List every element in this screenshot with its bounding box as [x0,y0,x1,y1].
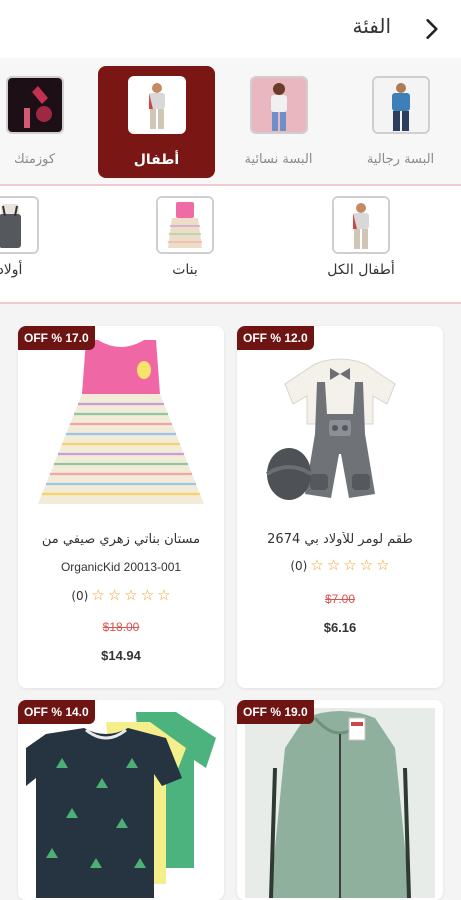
star-icon: ☆ [140,586,155,604]
star-icon: ☆ [124,586,138,604]
product-card[interactable]: OFF % 17.0 مستان بناتي زهري صيفي من Orga… [18,326,224,688]
rating-count: (0) [71,588,89,603]
men-category-image [371,76,430,134]
star-icon: ☆ [343,556,357,574]
category-women[interactable]: البسة نسائية [220,66,337,178]
star-icon: ☆ [157,586,171,604]
all-kids-image [332,196,390,254]
star-icon: ☆ [326,556,341,574]
product-grid: OFF % 12.0 طقم لومر للأولاد بي 2674 (0) … [0,304,461,900]
product-image [245,708,435,898]
page-title: الفئة [352,14,391,38]
new-price: $14.94 [101,648,141,663]
subcategory-label: بنات [172,262,198,278]
discount-badge: OFF % 17.0 [18,326,95,350]
product-image [245,334,435,510]
old-price: $7.00 [324,592,356,606]
star-icon: ☆ [310,556,324,574]
cosmetics-category-image [5,76,64,134]
product-image [26,708,216,898]
star-icon: ☆ [376,556,390,574]
subcategory-label: أطفال الكل [327,262,395,278]
subcategory-strip: أطفال الكل بنات أولاد [0,186,461,302]
category-label: البسة نسائية [244,152,313,167]
rating: (0) ☆ ☆ ☆ ☆ ☆ [18,588,224,603]
category-label: أطفال [133,152,180,168]
subcategory-all-kids[interactable]: أطفال الكل [301,196,421,296]
discount-badge: OFF % 14.0 [18,700,95,724]
category-kids[interactable]: أطفال [98,66,215,178]
subcategory-boys[interactable]: أولاد [0,196,70,296]
boys-image [0,196,39,254]
product-name: طقم لومر للأولاد بي 2674 [267,532,413,547]
category-cosmetics[interactable]: كوزمتك [0,66,93,178]
product-name-code: OrganicKid 20013-001 [60,560,182,574]
subcategory-girls[interactable]: بنات [125,196,245,296]
star-icon: ☆ [107,586,122,604]
subcategory-label: أولاد [0,262,23,278]
star-icon: ☆ [359,556,374,574]
category-men[interactable]: البسة رجالية [342,66,459,178]
girls-image [156,196,214,254]
product-image [26,334,216,510]
rating-count: (0) [290,558,308,573]
discount-badge: OFF % 19.0 [237,700,314,724]
star-icon: ☆ [91,586,105,604]
chevron-right-icon[interactable] [419,16,445,42]
category-strip: البسة رجالية البسة نسائية أطفال كوزمتك [0,58,461,184]
product-card[interactable]: OFF % 14.0 [18,700,224,900]
discount-badge: OFF % 12.0 [237,326,314,350]
old-price: $18.00 [102,620,140,634]
category-label: كوزمتك [13,152,56,167]
new-price: $6.16 [323,620,357,635]
product-card[interactable]: OFF % 12.0 طقم لومر للأولاد بي 2674 (0) … [237,326,443,688]
women-category-image [249,76,308,134]
kids-category-image [127,76,186,134]
category-label: البسة رجالية [366,152,435,167]
product-card[interactable]: OFF % 19.0 [237,700,443,900]
product-name: مستان بناتي زهري صيفي من [41,532,201,547]
top-app-bar: الفئة [0,0,461,58]
rating: (0) ☆ ☆ ☆ ☆ ☆ [237,558,443,573]
